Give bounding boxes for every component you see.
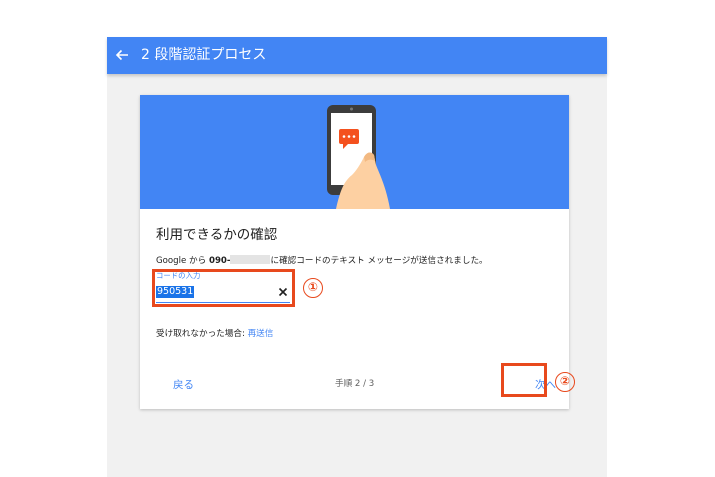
sent-message: Google から 090- に確認コードのテキスト メッセージが送信されました。 xyxy=(156,254,488,266)
annotation-box-next-button xyxy=(501,363,547,397)
annotation-marker-2: ② xyxy=(555,372,575,392)
resend-prompt: 受け取れなかった場合: xyxy=(156,329,248,339)
resend-row: 受け取れなかった場合: 再送信 xyxy=(156,327,273,339)
step-indicator: 手順 2 / 3 xyxy=(335,379,375,389)
page-title: 2 段階認証プロセス xyxy=(141,47,267,63)
masked-phone-prefix: 090- xyxy=(208,256,231,266)
verification-card: 利用できるかの確認 Google から 090- に確認コードのテキスト メッセー… xyxy=(140,95,569,409)
arrow-back-icon[interactable] xyxy=(115,48,129,62)
annotation-marker-1: ① xyxy=(303,278,323,298)
phone-illustration xyxy=(327,105,390,209)
back-button[interactable]: 戻る xyxy=(173,377,194,392)
card-title: 利用できるかの確認 xyxy=(156,227,278,243)
resend-link[interactable]: 再送信 xyxy=(248,329,274,339)
message-suffix: に確認コードのテキスト メッセージが送信されました。 xyxy=(270,256,488,266)
annotation-box-code-input xyxy=(152,269,295,307)
message-prefix: Google から xyxy=(156,256,209,266)
page-background: 2 段階認証プロセス 利用できるかの確認 Google から 090- に確認コ… xyxy=(107,37,607,477)
hero-illustration xyxy=(140,95,569,209)
app-bar: 2 段階認証プロセス xyxy=(107,37,607,74)
masked-phone-number xyxy=(230,255,271,264)
